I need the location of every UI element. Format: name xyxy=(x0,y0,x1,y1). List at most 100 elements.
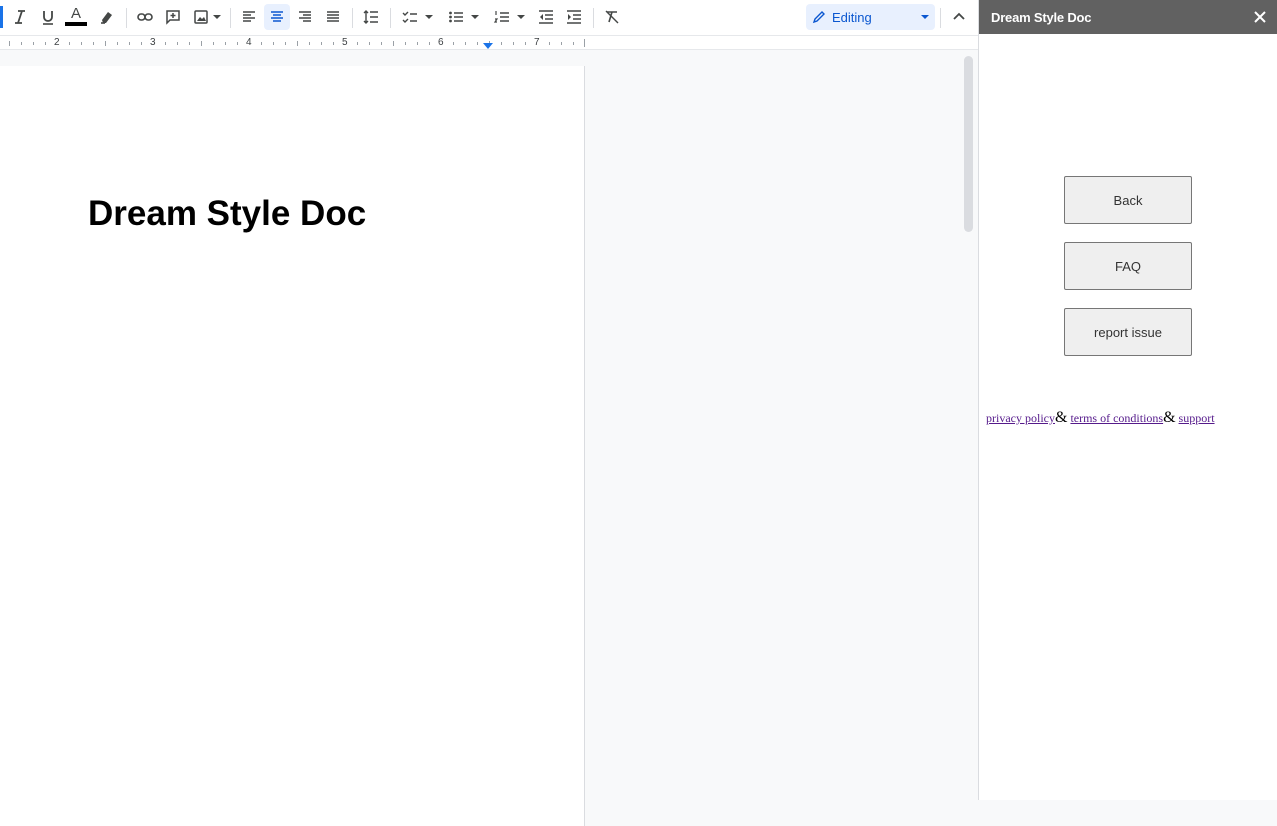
insert-link-icon xyxy=(137,13,153,21)
support-link[interactable]: support xyxy=(1179,411,1215,425)
ruler-tick xyxy=(513,42,514,45)
checklist-button[interactable] xyxy=(396,4,438,30)
ruler-number: 3 xyxy=(150,37,156,48)
toolbar-separator xyxy=(230,8,231,28)
ruler-tick xyxy=(117,42,118,45)
sidebar-title: Dream Style Doc xyxy=(991,9,1092,25)
align-center-icon xyxy=(271,11,283,22)
terms-of-conditions-link[interactable]: terms of conditions xyxy=(1070,411,1163,425)
text-color-swatch xyxy=(65,22,87,26)
highlight-button[interactable] xyxy=(94,4,120,30)
ruler-tick xyxy=(561,42,562,45)
align-center-button[interactable] xyxy=(264,4,290,30)
ruler-tick xyxy=(141,42,142,45)
ruler-tick xyxy=(321,42,322,45)
ruler-tick xyxy=(285,42,286,45)
line-spacing-icon xyxy=(363,10,378,24)
editing-mode-label: Editing xyxy=(832,9,872,25)
ruler-tick xyxy=(201,41,202,46)
increase-indent-icon xyxy=(567,10,581,24)
ruler-tick xyxy=(381,42,382,45)
ruler-tick xyxy=(501,42,502,45)
ruler-tick xyxy=(453,42,454,45)
ruler-tick xyxy=(237,42,238,45)
numbered-list-button[interactable] xyxy=(488,4,530,30)
chevron-down-icon xyxy=(471,15,479,19)
italic-icon xyxy=(15,10,25,24)
vertical-scrollbar[interactable] xyxy=(964,56,973,232)
insert-link-button[interactable] xyxy=(132,4,158,30)
ruler-tick xyxy=(477,42,478,45)
align-justify-button[interactable] xyxy=(320,4,346,30)
decrease-indent-icon xyxy=(539,10,553,24)
ruler-tick xyxy=(21,42,22,45)
editing-mode-dropdown[interactable]: Editing xyxy=(806,4,935,30)
align-justify-icon xyxy=(327,11,339,22)
hide-menus-button[interactable] xyxy=(946,4,972,30)
toolbar-separator xyxy=(126,8,127,28)
ruler-number: 2 xyxy=(54,37,60,48)
privacy-policy-link[interactable]: privacy policy xyxy=(986,411,1055,425)
decrease-indent-button[interactable] xyxy=(533,4,559,30)
ruler-number: 5 xyxy=(342,37,348,48)
underline-icon xyxy=(43,11,53,25)
ruler-tick xyxy=(333,42,334,45)
link-separator: & xyxy=(1163,409,1176,426)
footer-links: privacy policy& terms of conditions& sup… xyxy=(986,409,1215,427)
text-color-button[interactable]: A xyxy=(63,4,89,30)
faq-button[interactable]: FAQ xyxy=(1064,242,1192,290)
ruler-tick xyxy=(81,42,82,45)
chevron-down-icon xyxy=(212,15,221,19)
ruler-tick xyxy=(309,42,310,45)
ruler-tick xyxy=(297,41,298,46)
horizontal-ruler[interactable]: 2 3 4 5 6 7 xyxy=(0,36,978,50)
clear-formatting-icon xyxy=(605,10,619,24)
align-left-icon xyxy=(243,11,255,22)
underline-button[interactable] xyxy=(35,4,61,30)
align-left-button[interactable] xyxy=(236,4,262,30)
toolbar-separator xyxy=(940,8,941,28)
ruler-tick xyxy=(573,42,574,45)
clear-formatting-button[interactable] xyxy=(599,4,625,30)
ruler-tick xyxy=(9,41,10,46)
insert-image-icon xyxy=(193,10,208,24)
report-issue-button[interactable]: report issue xyxy=(1064,308,1192,356)
increase-indent-button[interactable] xyxy=(561,4,587,30)
ruler-tick xyxy=(69,42,70,45)
ruler-tick xyxy=(357,42,358,45)
bulleted-list-icon xyxy=(449,11,463,23)
ruler-tick xyxy=(369,42,370,45)
ruler-tick xyxy=(261,42,262,45)
ruler-number: 6 xyxy=(438,37,444,48)
close-icon[interactable] xyxy=(1252,9,1268,25)
add-comment-button[interactable] xyxy=(160,4,186,30)
ruler-tick xyxy=(189,42,190,45)
add-comment-icon xyxy=(166,10,180,25)
line-spacing-button[interactable] xyxy=(358,4,384,30)
sidebar-header: Dream Style Doc xyxy=(979,0,1277,34)
document-page[interactable]: Dream Style Doc xyxy=(0,66,585,826)
toolbar-separator xyxy=(390,8,391,28)
ruler-tick xyxy=(45,42,46,45)
ruler-tick xyxy=(33,42,34,45)
ruler-tick xyxy=(429,42,430,45)
chevron-up-icon xyxy=(953,12,965,20)
ruler-margin-edge xyxy=(584,39,585,47)
numbered-list-icon xyxy=(493,11,509,23)
ruler-tick xyxy=(393,41,394,46)
ruler-tick xyxy=(213,42,214,45)
align-right-icon xyxy=(299,11,311,22)
italic-button[interactable] xyxy=(7,4,33,30)
right-indent-marker[interactable] xyxy=(483,43,493,49)
ruler-number: 7 xyxy=(534,37,540,48)
ruler-tick xyxy=(405,42,406,45)
formatting-toolbar: A Editing xyxy=(0,0,978,36)
document-title-text[interactable]: Dream Style Doc xyxy=(88,194,366,234)
back-button[interactable]: Back xyxy=(1064,176,1192,224)
ruler-number: 4 xyxy=(246,37,252,48)
bulleted-list-button[interactable] xyxy=(442,4,484,30)
align-right-button[interactable] xyxy=(292,4,318,30)
insert-image-button[interactable] xyxy=(188,4,224,30)
ruler-tick xyxy=(525,42,526,45)
addon-sidebar: Dream Style Doc Back FAQ report issue pr… xyxy=(978,0,1277,800)
